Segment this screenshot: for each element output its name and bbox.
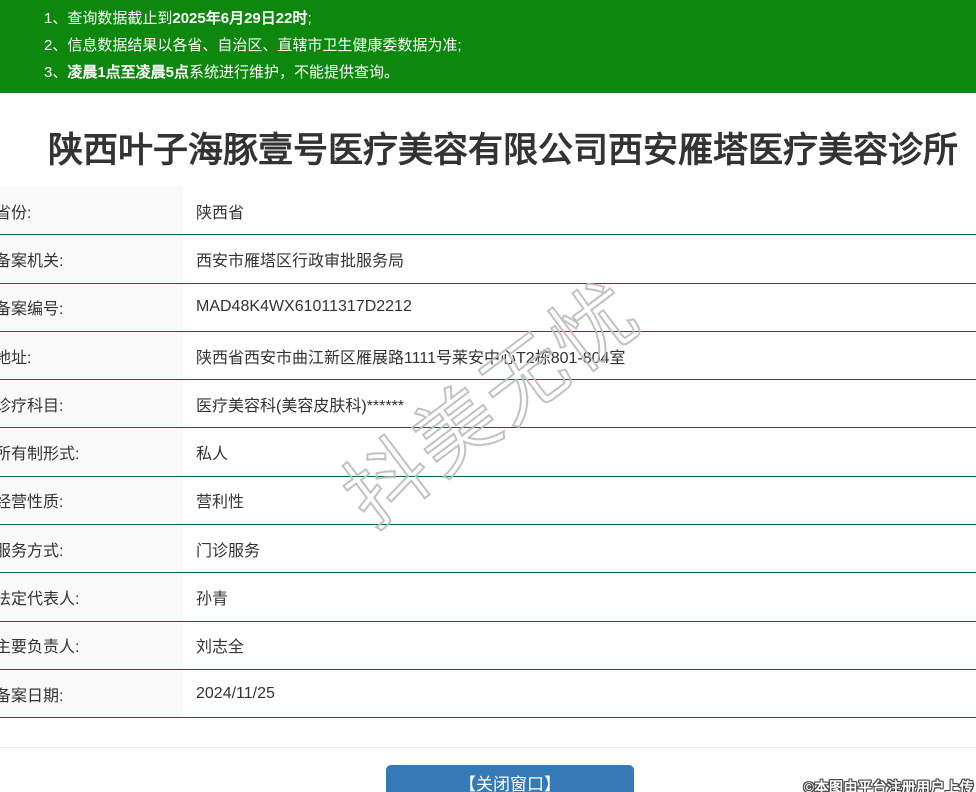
table-row: 经营性质: 营利性 bbox=[0, 476, 976, 526]
info-table: 省份: 陕西省 备案机关: 西安市雁塔区行政审批服务局 备案编号: MAD48K… bbox=[0, 187, 976, 719]
notice-num: 1、 bbox=[44, 10, 68, 27]
notice-bold: 凌晨1点至凌晨5点 bbox=[67, 64, 190, 81]
table-row: 法定代表人: 孙青 bbox=[0, 573, 976, 622]
row-label: 服务方式: bbox=[0, 525, 183, 573]
row-value: 刘志全 bbox=[196, 639, 245, 657]
notice-text: 查询数据截止到 bbox=[67, 10, 173, 27]
row-label-text: 服务方式: bbox=[0, 542, 64, 560]
notice-text: ; bbox=[307, 10, 312, 27]
uploader-stamp: ©本图由平台注册用户上传 bbox=[803, 779, 974, 792]
row-label-text: 地址: bbox=[0, 349, 32, 367]
page: 1、查询数据截止到2025年6月29日22时; 2、信息数据结果以各省、自治区、… bbox=[0, 0, 976, 792]
row-label: 法定代表人: bbox=[0, 573, 183, 621]
table-row: 主要负责人: 刘志全 bbox=[0, 621, 976, 670]
table-row: 省份: 陕西省 bbox=[0, 187, 976, 236]
row-label: 所有制形式: bbox=[0, 428, 183, 476]
table-row: 服务方式: 门诊服务 bbox=[0, 525, 976, 574]
table-row: 诊疗科目: 医疗美容科(美容皮肤科)****** bbox=[0, 380, 976, 429]
table-row: 所有制形式: 私人 bbox=[0, 428, 976, 477]
notice-num: 3、 bbox=[44, 64, 68, 81]
row-value: 陕西省西安市曲江新区雁展路1111号莱安中心T2栋801-804室 bbox=[196, 349, 626, 367]
row-label: 备案机关: bbox=[0, 235, 183, 283]
row-label: 经营性质: bbox=[0, 476, 183, 525]
row-label-text: 省份: bbox=[0, 204, 32, 222]
row-label-text: 法定代表人: bbox=[0, 591, 80, 609]
row-label-text: 备案日期: bbox=[0, 687, 64, 705]
row-value: 西安市雁塔区行政审批服务局 bbox=[196, 252, 405, 270]
notice-line-1: 1、查询数据截止到2025年6月29日22时; bbox=[44, 5, 966, 32]
row-label: 备案编号: bbox=[0, 283, 183, 331]
row-label: 主要负责人: bbox=[0, 621, 183, 669]
row-value: 医疗美容科(美容皮肤科)****** bbox=[196, 397, 405, 415]
row-label: 地址: bbox=[0, 331, 183, 380]
row-value: MAD48K4WX61011317D2212 bbox=[196, 298, 412, 316]
table-row: 备案日期: 2024/11/25 bbox=[0, 669, 976, 719]
row-label: 诊疗科目: bbox=[0, 380, 183, 428]
row-label-text: 备案编号: bbox=[0, 301, 64, 319]
row-label-text: 主要负责人: bbox=[0, 639, 80, 657]
row-label-text: 诊疗科目: bbox=[0, 397, 64, 415]
row-value: 2024/11/25 bbox=[196, 684, 275, 702]
row-value: 私人 bbox=[196, 446, 229, 464]
notice-line-3: 3、凌晨1点至凌晨5点系统进行维护，不能提供查询。 bbox=[44, 59, 966, 86]
row-label: 省份: bbox=[0, 187, 183, 235]
notice-num: 2、 bbox=[44, 37, 68, 54]
row-label: 备案日期: bbox=[0, 669, 183, 718]
page-title: 陕西叶子海豚壹号医疗美容有限公司西安雁塔医疗美容诊所 bbox=[48, 131, 959, 170]
table-row: 备案机关: 西安市雁塔区行政审批服务局 bbox=[0, 235, 976, 284]
notice-text: 信息数据结果以各省、自治区、直辖市卫生健康委数据为准; bbox=[67, 37, 462, 54]
close-window-button[interactable]: 【关闭窗口】 bbox=[386, 765, 634, 792]
notice-text: 系统进行维护，不能提供查询。 bbox=[189, 64, 400, 81]
row-label-text: 经营性质: bbox=[0, 494, 64, 512]
row-label-text: 备案机关: bbox=[0, 252, 64, 270]
footer-divider bbox=[0, 747, 976, 748]
notice-banner: 1、查询数据截止到2025年6月29日22时; 2、信息数据结果以各省、自治区、… bbox=[0, 0, 976, 93]
notice-line-2: 2、信息数据结果以各省、自治区、直辖市卫生健康委数据为准; bbox=[44, 32, 966, 59]
table-row: 地址: 陕西省西安市曲江新区雁展路1111号莱安中心T2栋801-804室 bbox=[0, 331, 976, 381]
row-value: 孙青 bbox=[196, 591, 229, 609]
row-value: 营利性 bbox=[196, 494, 245, 512]
notice-bold: 2025年6月29日22时 bbox=[172, 10, 308, 27]
table-row: 备案编号: MAD48K4WX61011317D2212 bbox=[0, 283, 976, 332]
row-value: 陕西省 bbox=[196, 204, 245, 222]
row-label-text: 所有制形式: bbox=[0, 446, 80, 464]
row-value: 门诊服务 bbox=[196, 542, 261, 560]
